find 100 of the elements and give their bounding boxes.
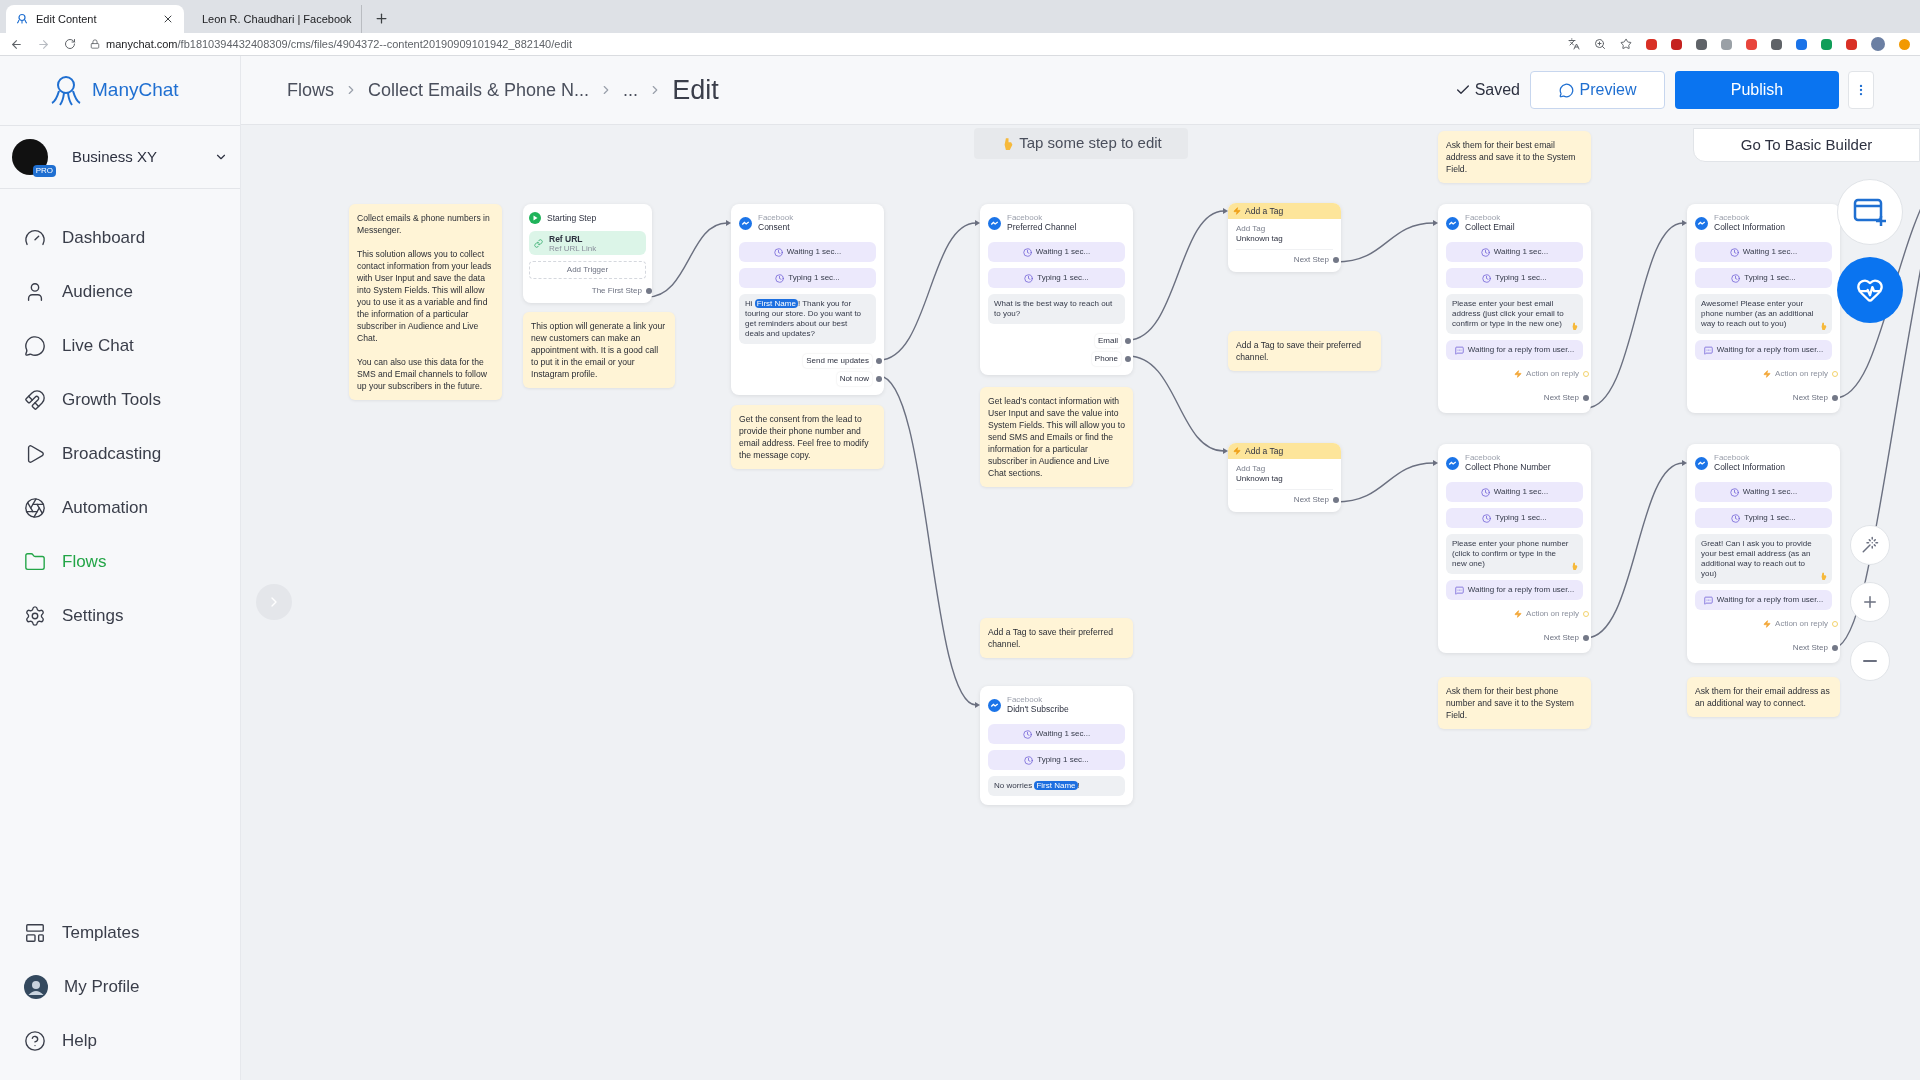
- translate-icon[interactable]: [1568, 38, 1580, 50]
- message-text: No worries First Name !: [994, 781, 1081, 791]
- connection-port[interactable]: [1583, 635, 1589, 641]
- port-label: Next Step: [1543, 392, 1579, 404]
- connection-port[interactable]: [1832, 645, 1838, 651]
- message-text: Hi First Name ! Thank you for touring our store. Do you want to get reminders about our best deals and updates?: [745, 299, 863, 339]
- extension-icon[interactable]: [1646, 38, 1657, 50]
- quick-reply-button[interactable]: Send me updates: [803, 354, 872, 368]
- add-trigger-button[interactable]: Add Trigger: [529, 261, 646, 279]
- publish-button[interactable]: Publish: [1675, 71, 1839, 109]
- save-status: Saved: [1474, 80, 1520, 100]
- extension-icon[interactable]: [1671, 38, 1682, 50]
- template-icon: [24, 922, 46, 944]
- clock-icon: [1024, 755, 1034, 765]
- extension-icon[interactable]: [1846, 38, 1857, 50]
- account-switcher[interactable]: PRO Business XY: [0, 125, 240, 189]
- extension-icon[interactable]: [1796, 38, 1807, 50]
- message-text: What is the best way to reach out to you?: [994, 299, 1113, 319]
- message-text: Please enter your best email address (just click your email to confirm or type in the new one): [1452, 299, 1565, 329]
- reload-icon[interactable]: [64, 38, 76, 50]
- nav-item[interactable]: Broadcasting: [0, 427, 240, 481]
- delay-label: Waiting 1 sec...: [786, 246, 842, 258]
- reply-wait-label: Waiting for a reply from user...: [1716, 594, 1824, 606]
- flow-step-card[interactable]: Starting Step Ref URL Ref URL Link Add Trigger The First Step: [523, 204, 652, 303]
- bookmark-star-icon[interactable]: [1620, 38, 1632, 50]
- quick-reply-button[interactable]: Phone: [1091, 352, 1121, 366]
- connection-port[interactable]: [1333, 257, 1339, 263]
- note-text: Collect emails & phone numbers in Messenger.: [357, 212, 491, 236]
- browser-tab[interactable]: Edit Content: [6, 5, 184, 33]
- chat-icon: [1695, 456, 1708, 470]
- extension-icon[interactable]: [1746, 38, 1757, 50]
- connection-port[interactable]: [1583, 395, 1589, 401]
- close-icon[interactable]: [162, 13, 174, 25]
- nav-item[interactable]: Growth Tools: [0, 373, 240, 427]
- connection-port[interactable]: [876, 376, 882, 382]
- quick-reply-button[interactable]: Email: [1095, 334, 1121, 348]
- nav-item[interactable]: My Profile: [0, 960, 240, 1014]
- breadcrumb-link[interactable]: ...: [623, 76, 639, 104]
- zoom-icon[interactable]: [1594, 38, 1606, 50]
- nav-item[interactable]: Settings: [0, 589, 240, 643]
- tab-title: Edit Content: [36, 11, 98, 27]
- profile-avatar[interactable]: [1871, 37, 1885, 51]
- magic-wand-button[interactable]: [1850, 525, 1890, 565]
- trigger-card[interactable]: Ref URL Ref URL Link: [529, 231, 646, 255]
- connection-port[interactable]: [1832, 395, 1838, 401]
- flow-step-card[interactable]: Facebook Collect Phone Number Waiting 1 sec... Typing 1 sec... Please enter your phone number (click to confirm or type in the new one) Waiting for a reply from user... Action on reply Next Step: [1438, 444, 1591, 653]
- nav-item[interactable]: Dashboard: [0, 211, 240, 265]
- breadcrumb-link[interactable]: Flows: [287, 76, 334, 104]
- health-check-button[interactable]: [1837, 257, 1903, 323]
- clock-icon: [1482, 273, 1492, 283]
- connection-port[interactable]: [1125, 338, 1131, 344]
- delay-label: Typing 1 sec...: [1495, 512, 1547, 524]
- step-title: Collect Information: [1714, 222, 1785, 233]
- flow-step-card[interactable]: Facebook Preferred Channel Waiting 1 sec... Typing 1 sec... What is the best way to reach out to you? Email Phone: [980, 204, 1133, 375]
- basic-builder-button[interactable]: Go To Basic Builder: [1693, 128, 1920, 162]
- extension-icon[interactable]: [1696, 38, 1707, 50]
- preview-button[interactable]: Preview: [1530, 71, 1665, 109]
- connection-port[interactable]: [1333, 497, 1339, 503]
- back-icon[interactable]: [10, 37, 23, 51]
- nav-item[interactable]: Automation: [0, 481, 240, 535]
- breadcrumb-link[interactable]: Collect Emails & Phone N...: [368, 76, 590, 104]
- extension-icon[interactable]: [1771, 38, 1782, 50]
- magic-wand-icon: [1861, 536, 1879, 554]
- reply-wait-label: Waiting for a reply from user...: [1716, 344, 1824, 356]
- nav-item[interactable]: Live Chat: [0, 319, 240, 373]
- message-text: Awesome! Please enter your phone number (as an additional way to reach out to you): [1701, 299, 1815, 329]
- note-text: This option will generate a link your new customers can make an appointment with. It is a good call to put it in the email or your Instagram profile.: [531, 320, 667, 380]
- extension-icon[interactable]: [1821, 38, 1832, 50]
- delay-label: Typing 1 sec...: [1744, 272, 1796, 284]
- quick-reply-button[interactable]: Not now: [836, 372, 872, 386]
- pro-badge: PRO: [32, 165, 56, 177]
- update-icon[interactable]: [1899, 38, 1910, 50]
- lightning-icon: [1514, 370, 1523, 378]
- extension-icon[interactable]: [1721, 38, 1732, 50]
- channel-label: Facebook: [1007, 695, 1044, 704]
- connection-port[interactable]: [646, 288, 652, 294]
- brand-name: ManyChat: [92, 78, 179, 103]
- address-bar[interactable]: manychat.com/fb1810394432408309/cms/files/4904372--content20190909101942_882140/edit: [90, 34, 1554, 54]
- connection-port[interactable]: [876, 358, 882, 364]
- flow-step-card[interactable]: Add a Tag Add Tag Unknown tag Next Step: [1228, 443, 1341, 512]
- speech-bubble-icon: [1454, 585, 1464, 595]
- port-label: Action on reply: [1526, 608, 1579, 620]
- flow-step-card[interactable]: [1438, 204, 1591, 413]
- delay-label: Typing 1 sec...: [1495, 272, 1547, 284]
- flow-step-card[interactable]: [1687, 204, 1840, 413]
- nav-item[interactable]: Help: [0, 1014, 240, 1068]
- hint-text: Tap some step to edit: [1019, 133, 1162, 154]
- nav-item[interactable]: Audience: [0, 265, 240, 319]
- flow-step-card[interactable]: Add a Tag Add Tag Unknown tag Next Step: [1228, 203, 1341, 272]
- nav-item[interactable]: Templates: [0, 906, 240, 960]
- connection-port[interactable]: [1125, 356, 1131, 362]
- flow-step-card[interactable]: Facebook Didn't Subscribe Waiting 1 sec... Typing 1 sec... No worries First Name !: [980, 686, 1133, 805]
- flow-step-card[interactable]: Facebook Consent Waiting 1 sec... Typing 1 sec... Hi First Name ! Thank you for touring our store. Do you want to get reminders about our best deals and updates? Send me updates Not now: [731, 204, 884, 395]
- step-title: Starting Step: [547, 211, 597, 225]
- minus-icon: [1863, 660, 1877, 662]
- flow-step-card[interactable]: [1687, 444, 1840, 663]
- new-tab-icon[interactable]: [374, 11, 389, 26]
- heart-pulse-icon: [1856, 276, 1884, 304]
- zoom-in-button[interactable]: [1850, 582, 1890, 622]
- octopus-icon: [16, 13, 28, 25]
